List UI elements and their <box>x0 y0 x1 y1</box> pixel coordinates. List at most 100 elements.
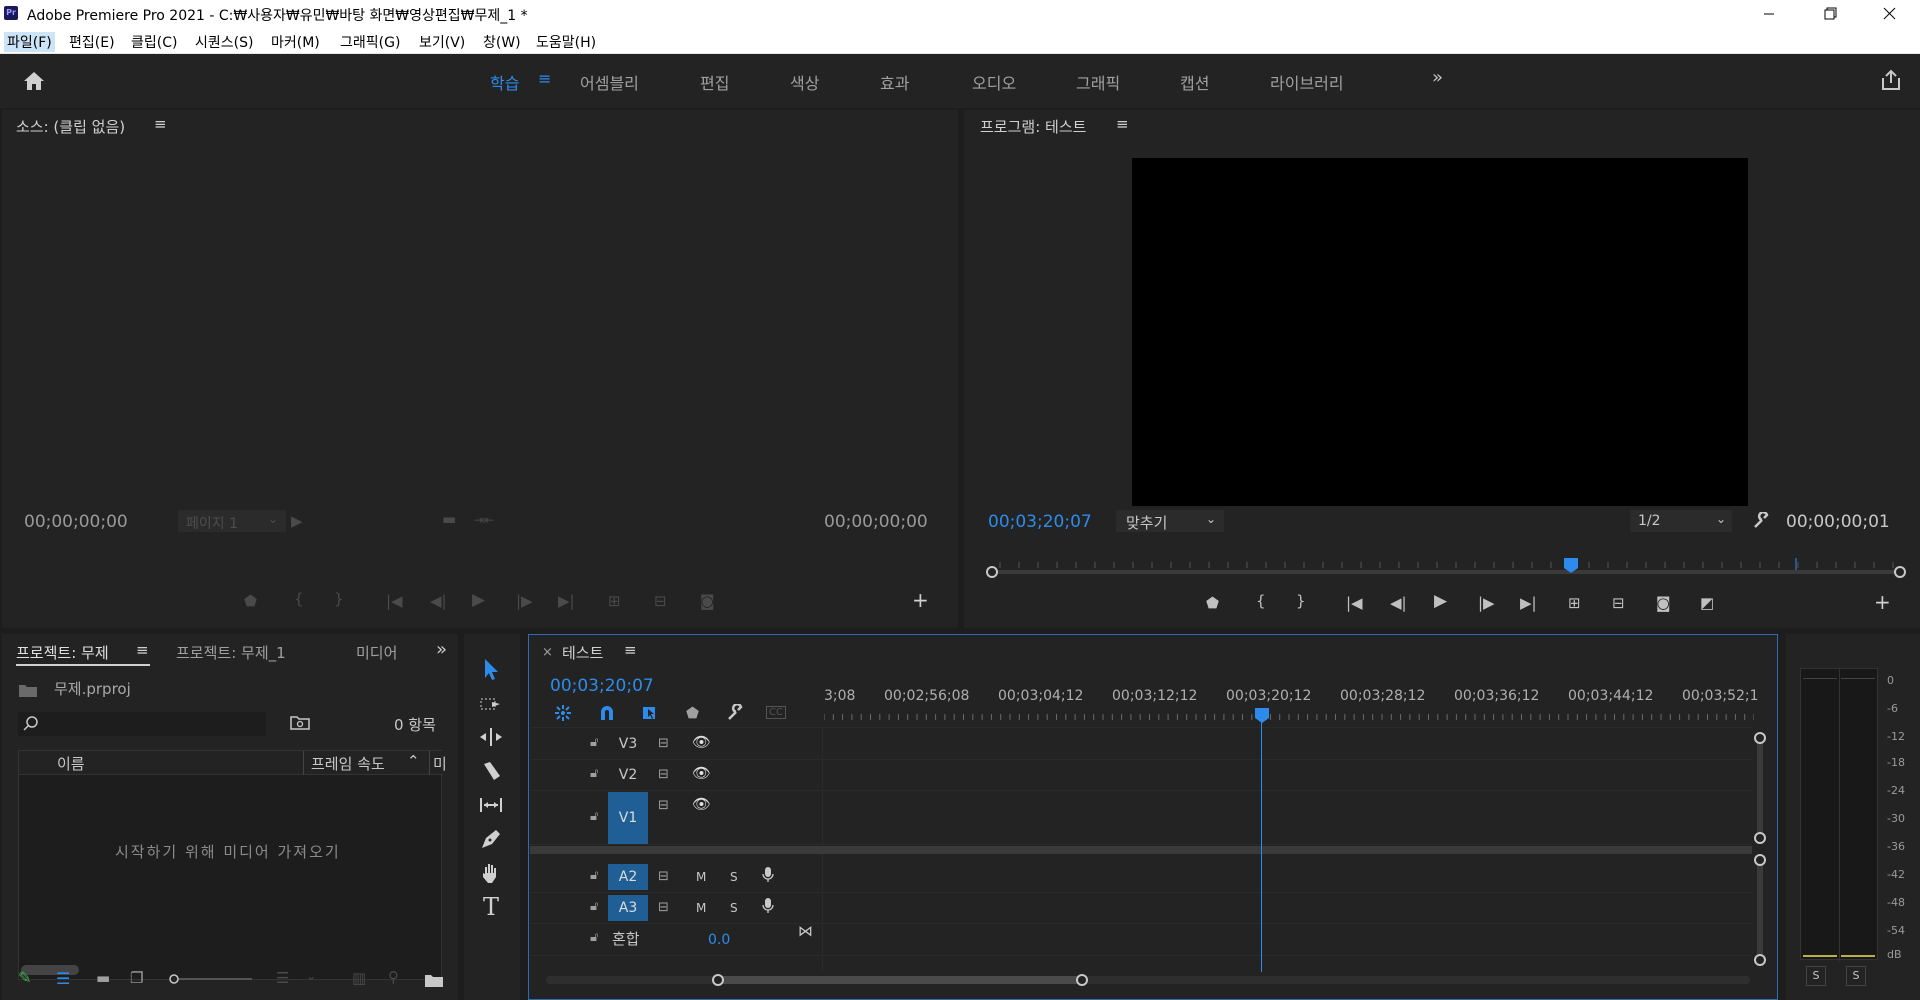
mark-in-icon[interactable]: { <box>294 592 304 607</box>
microphone-icon[interactable] <box>762 897 774 915</box>
close-sequence-icon[interactable]: × <box>542 645 553 660</box>
workspace-tab-libraries[interactable]: 라이브러리 <box>1270 70 1344 94</box>
source-add-button-icon[interactable]: + <box>912 590 929 610</box>
more-panels-icon[interactable]: » <box>436 639 447 660</box>
step-forward-icon[interactable]: |▶ <box>516 594 533 609</box>
mix-width-icon[interactable]: ⋈ <box>798 924 813 939</box>
minimize-icon[interactable] <box>1746 0 1792 28</box>
go-to-in-icon[interactable]: |◀ <box>1346 594 1363 612</box>
lock-icon[interactable]: 🔓︎ <box>590 931 598 944</box>
new-search-bin-icon[interactable] <box>290 714 310 732</box>
menu-help[interactable]: 도움말(H) <box>533 32 599 52</box>
icon-view-icon[interactable]: ▬ <box>96 971 110 986</box>
timeline-panel-menu-icon[interactable]: ≡ <box>624 641 637 659</box>
mark-out-icon[interactable]: } <box>334 592 344 607</box>
lock-icon[interactable]: 🔓︎ <box>590 869 598 882</box>
add-marker-icon[interactable]: ⬟ <box>1206 594 1219 612</box>
hand-tool-icon[interactable] <box>476 858 506 888</box>
workspace-tab-assembly[interactable]: 어셈블리 <box>580 70 639 94</box>
mix-volume-value[interactable]: 0.0 <box>708 932 730 948</box>
step-forward-icon[interactable]: |▶ <box>1478 594 1495 612</box>
snap-icon[interactable] <box>598 704 616 722</box>
menu-marker[interactable]: 마커(M) <box>268 32 323 52</box>
program-zoom-select[interactable]: 맞추기 ⌄ <box>1116 510 1224 532</box>
play-icon[interactable]: ▶ <box>1434 591 1447 611</box>
workspace-tab-graphics[interactable]: 그래픽 <box>1076 70 1120 94</box>
project-search-input[interactable] <box>18 712 266 736</box>
go-to-out-icon[interactable]: ▶| <box>558 594 575 609</box>
menu-graphics[interactable]: 그래픽(G) <box>337 32 403 52</box>
meter-solo-left-button[interactable]: S <box>1806 966 1826 986</box>
new-bin-icon[interactable] <box>424 972 444 988</box>
track-select-tool-icon[interactable] <box>476 690 506 720</box>
lift-icon[interactable]: ⊞ <box>1568 594 1581 612</box>
column-media[interactable]: 미 <box>433 753 447 774</box>
automate-to-sequence-icon[interactable]: ▥ <box>352 971 366 986</box>
wrench-icon[interactable] <box>1752 512 1770 530</box>
workspace-menu-icon[interactable]: ≡ <box>538 69 551 88</box>
workspace-tab-audio[interactable]: 오디오 <box>972 70 1016 94</box>
workspace-tab-captions[interactable]: 캡션 <box>1180 70 1209 94</box>
sync-lock-icon[interactable]: ⊟ <box>658 901 669 914</box>
export-frame-icon[interactable]: ◙ <box>1656 594 1671 612</box>
list-view-icon[interactable]: ☰ <box>56 971 70 987</box>
linked-selection-icon[interactable] <box>640 704 658 722</box>
timeline-playhead-timecode[interactable]: 00;03;20;07 <box>550 676 654 696</box>
program-add-button-icon[interactable]: + <box>1874 590 1891 614</box>
menu-edit[interactable]: 편집(E) <box>66 32 118 52</box>
insert-icon[interactable]: ⊞ <box>608 594 621 609</box>
sync-lock-icon[interactable]: ⊟ <box>658 799 669 812</box>
video-audio-divider[interactable] <box>530 846 1752 854</box>
lock-icon[interactable]: 🔓︎ <box>590 810 598 823</box>
mark-in-icon[interactable]: { <box>1256 592 1266 610</box>
track-label-a2[interactable]: A2 <box>608 864 648 890</box>
go-to-out-icon[interactable]: ▶| <box>1520 594 1537 612</box>
track-row-v2[interactable] <box>530 760 1752 791</box>
track-label-v3[interactable]: V3 <box>608 731 648 757</box>
project-panel-menu-icon[interactable]: ≡ <box>136 641 149 659</box>
menu-sequence[interactable]: 시퀀스(S) <box>192 32 256 52</box>
track-row-a2[interactable] <box>530 862 1752 893</box>
source-panel-menu-icon[interactable]: ≡ <box>154 115 167 133</box>
eye-icon[interactable]: 👁︎ <box>692 766 711 781</box>
sync-lock-icon[interactable]: ⊟ <box>658 737 669 750</box>
workspace-tab-learn[interactable]: 학습 <box>490 70 519 94</box>
source-page-select[interactable]: 페이지 1 ⌄ <box>178 510 286 532</box>
type-tool-icon[interactable]: T <box>476 892 506 922</box>
sort-icons-icon[interactable]: ☰ <box>276 971 289 986</box>
home-icon[interactable] <box>22 70 46 92</box>
razor-tool-icon[interactable] <box>476 756 506 786</box>
sync-lock-icon[interactable]: ⊟ <box>658 768 669 781</box>
freeform-view-icon[interactable]: ❐ <box>130 971 143 986</box>
sort-ascending-icon[interactable]: ⌃ <box>407 752 420 770</box>
step-back-icon[interactable]: ◀| <box>430 594 447 609</box>
drop-frame-icon[interactable]: ⇥⇤ <box>474 514 494 526</box>
program-scrub-bar[interactable] <box>986 558 1906 584</box>
lock-icon[interactable]: 🔓︎ <box>590 736 598 749</box>
audio-vertical-scrollbar[interactable] <box>1752 854 1768 966</box>
timeline-playhead-icon[interactable] <box>1255 708 1269 724</box>
zoom-slider[interactable] <box>168 974 254 984</box>
close-icon[interactable] <box>1866 0 1912 28</box>
chevron-down-icon[interactable]: ⌄ <box>306 970 316 982</box>
selection-tool-icon[interactable] <box>476 654 506 684</box>
overwrite-icon[interactable]: ⊟ <box>654 594 667 609</box>
eye-icon[interactable]: 👁︎ <box>692 735 711 750</box>
track-label-v1[interactable]: V1 <box>608 792 648 844</box>
column-name[interactable]: 이름 <box>57 753 85 774</box>
timeline-settings-wrench-icon[interactable] <box>726 704 744 722</box>
menu-view[interactable]: 보기(V) <box>416 32 468 52</box>
workspace-tab-effects[interactable]: 효과 <box>880 70 909 94</box>
mute-button[interactable]: M <box>696 901 706 915</box>
play-small-icon[interactable]: ▶ <box>291 514 303 529</box>
workspace-tab-color[interactable]: 색상 <box>790 70 819 94</box>
program-playhead-icon[interactable] <box>1564 558 1578 574</box>
safe-margins-icon[interactable]: ▬ <box>442 512 456 527</box>
program-panel-menu-icon[interactable]: ≡ <box>1116 115 1129 133</box>
solo-button[interactable]: S <box>730 901 738 915</box>
ripple-edit-tool-icon[interactable] <box>476 722 506 752</box>
comparison-view-icon[interactable]: ◩ <box>1700 594 1714 612</box>
menu-clip[interactable]: 클립(C) <box>128 32 180 52</box>
add-marker-icon[interactable]: ⬟ <box>244 594 257 609</box>
sequence-tab-title[interactable]: 테스트 <box>562 642 603 663</box>
